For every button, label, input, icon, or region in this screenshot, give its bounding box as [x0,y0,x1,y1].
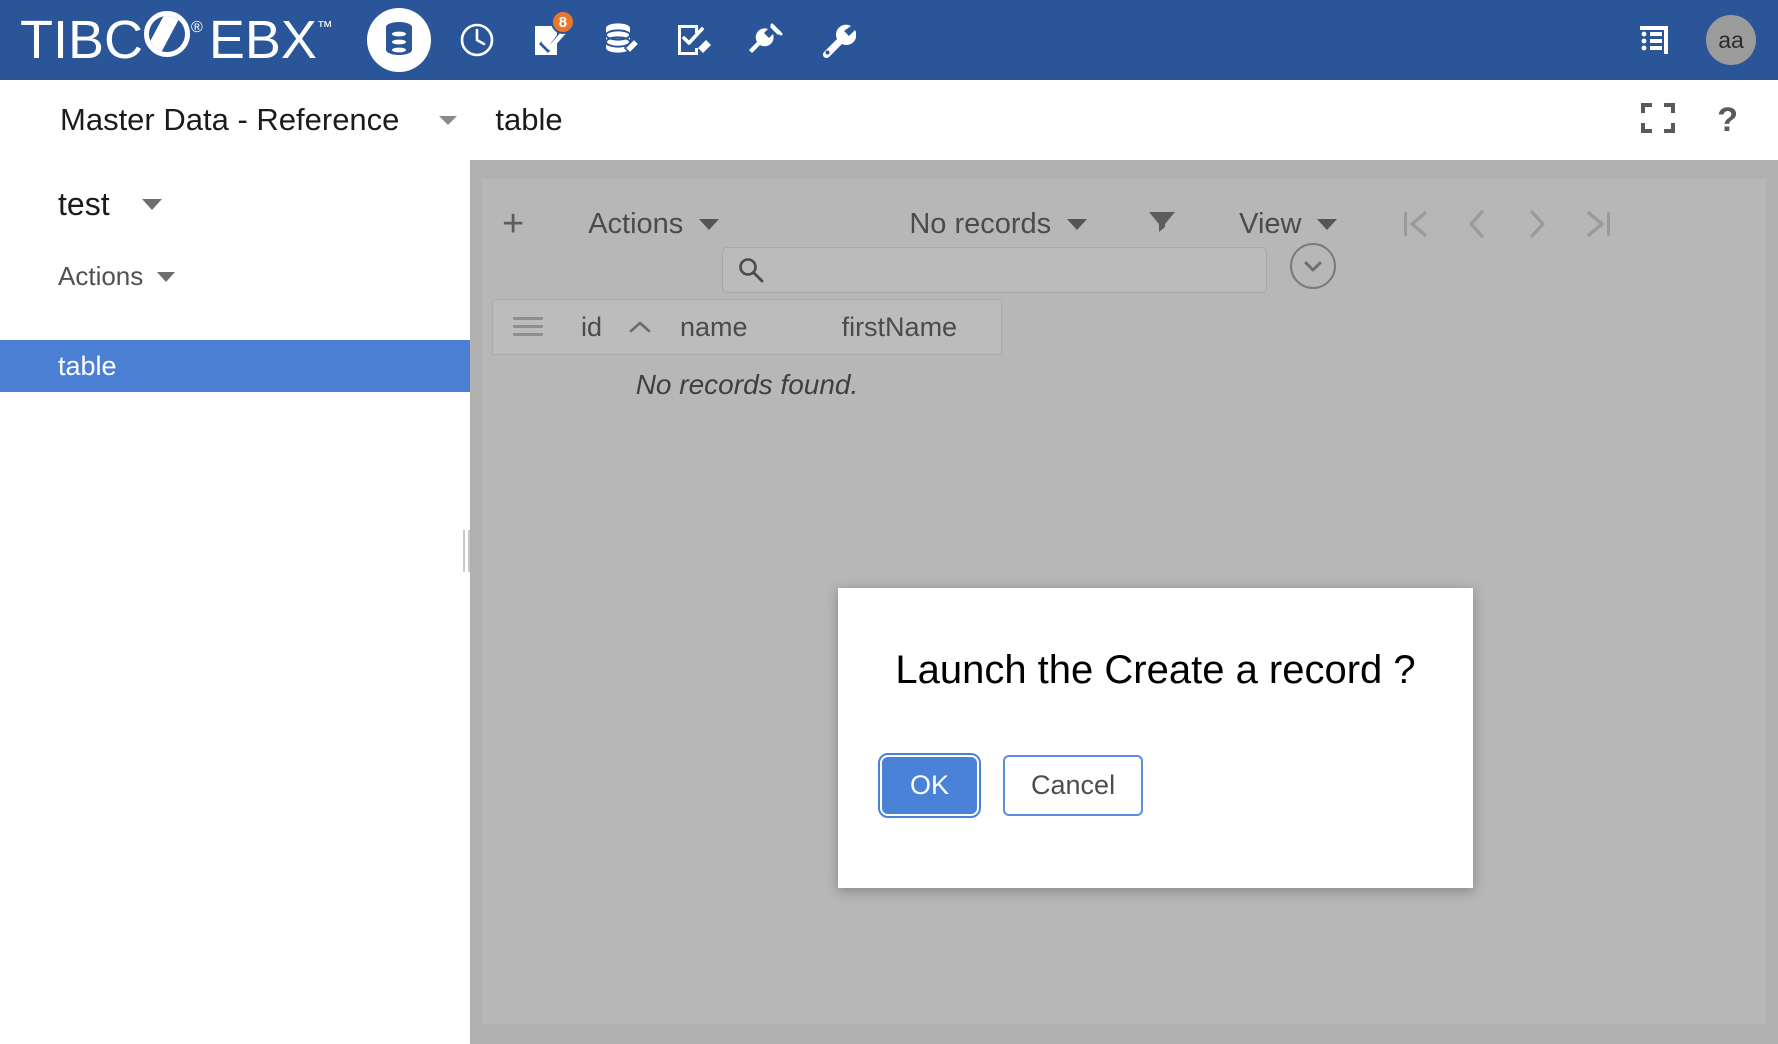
empty-table-message: No records found. [492,369,1002,401]
sidebar-actions-menu[interactable]: Actions [0,223,470,292]
column-header-id[interactable]: id [581,312,602,343]
add-record-button[interactable]: + [502,205,524,243]
nav-workflow-button[interactable]: 8 [523,14,575,66]
prev-page-icon[interactable] [1465,207,1489,241]
first-page-icon[interactable] [1401,207,1429,241]
plug-icon [746,21,784,59]
caret-down-icon[interactable] [142,199,162,210]
nav-data-workflow-button[interactable] [667,14,719,66]
sidebar: test Actions table [0,160,470,1044]
avatar[interactable]: aa [1706,15,1756,65]
next-page-icon[interactable] [1525,207,1549,241]
nav-administration-button[interactable] [811,14,863,66]
caret-down-icon [1067,219,1087,230]
fullscreen-icon[interactable] [1641,103,1675,138]
toolbar-actions-menu[interactable]: Actions [588,208,719,241]
help-button[interactable]: ? [1717,103,1738,137]
nav-perspective-button[interactable] [1628,14,1680,66]
avatar-initials: aa [1718,27,1744,54]
brand-prefix: TIBC [20,11,143,69]
column-header-name[interactable]: name [680,312,748,343]
brand-suffix: EBX [209,11,317,69]
pagination-controls [1401,207,1613,241]
clipboard-edit-icon [674,21,712,59]
dialog-message: Launch the Create a record ? [838,648,1473,693]
breadcrumb-current: table [495,102,562,138]
dataset-selector[interactable]: test [0,160,470,223]
caret-down-icon [1317,219,1337,230]
sidebar-item-table[interactable]: table [0,340,470,392]
record-count-menu[interactable]: No records [909,208,1087,241]
sidebar-actions-label: Actions [58,261,143,292]
chevron-down-circle-icon[interactable] [1290,243,1336,289]
nav-icon-group: 8 [367,8,863,72]
page-title: Master Data - Reference [60,102,399,138]
top-navigation-bar: TIBC ® EBX ™ [0,0,1778,80]
list-panel-icon [1636,22,1672,58]
dialog-button-row: OK Cancel [838,755,1473,816]
caret-up-icon[interactable] [628,318,652,336]
caret-down-icon [699,219,719,230]
tibco-ebx-logo: TIBC ® EBX ™ [20,11,333,69]
caret-down-icon [157,272,175,282]
nav-data-models-button[interactable] [595,14,647,66]
brand-trademark-mark: ™ [317,11,333,39]
search-icon [737,256,765,284]
dataset-name: test [58,186,110,223]
workflow-badge-count: 8 [551,10,575,34]
nav-history-button[interactable] [451,14,503,66]
column-header-firstname[interactable]: firstName [842,312,958,343]
header-actions: ? [1641,103,1738,138]
view-menu[interactable]: View [1239,208,1337,241]
top-right-group: aa [1628,14,1756,66]
toolbar-actions-label: Actions [588,208,683,241]
nav-database-button[interactable] [367,8,431,72]
nav-addons-button[interactable] [739,14,791,66]
application-window: TIBC ® EBX ™ [0,0,1778,1044]
database-icon [382,21,416,59]
page-header: Master Data - Reference table ? [0,80,1778,160]
confirmation-dialog: Launch the Create a record ? OK Cancel [838,588,1473,888]
last-page-icon[interactable] [1585,207,1613,241]
filter-icon[interactable] [1145,207,1179,241]
clock-icon [459,22,495,58]
ok-button[interactable]: OK [882,757,977,814]
search-box[interactable] [722,247,1267,293]
record-count-label: No records [909,208,1051,241]
wrench-icon [818,21,856,59]
search-input[interactable] [773,257,1266,284]
table-header-row: id name firstName [492,299,1002,355]
sidebar-item-label: table [58,351,117,382]
database-edit-icon [603,21,639,59]
view-label: View [1239,208,1301,241]
chevron-down-icon[interactable] [439,116,457,125]
cancel-button[interactable]: Cancel [1003,755,1143,816]
tibco-swoosh-icon [144,11,190,57]
hamburger-menu-icon[interactable] [511,314,545,340]
brand-registered-mark: ® [191,11,203,39]
